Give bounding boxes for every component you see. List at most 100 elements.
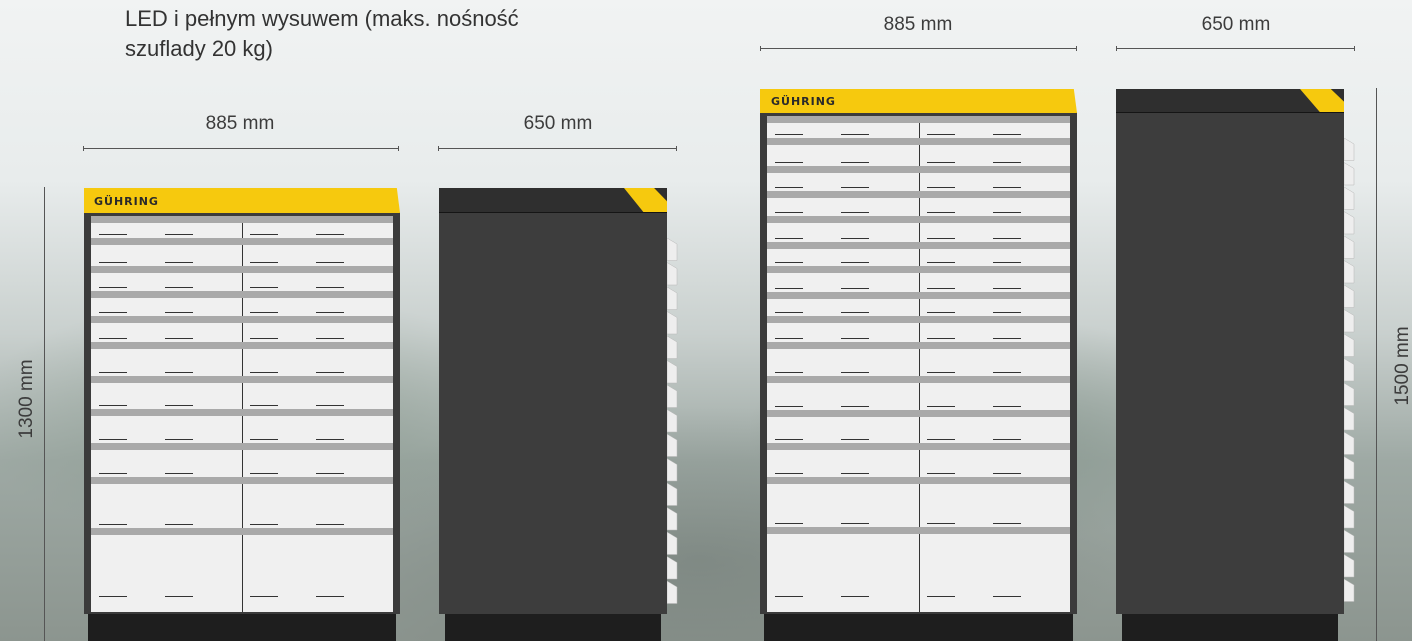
drawer-handle — [316, 473, 344, 474]
drawer-handle — [250, 262, 278, 263]
description-line-2: szuflady 20 kg) — [125, 36, 273, 61]
side-drawer-edge — [667, 482, 678, 506]
side-drawer-edge — [1344, 284, 1355, 308]
drawer-handle — [165, 405, 193, 406]
large-cabinet-front — [760, 112, 1077, 614]
small-side-drawer-edges — [667, 238, 678, 604]
side-drawer-edge — [1344, 431, 1355, 455]
drawer-separator — [767, 376, 1070, 383]
drawer-handle — [841, 312, 869, 313]
drawer-handle — [775, 596, 803, 597]
drawer-separator — [91, 443, 393, 450]
large-brand-logo: GÜHRING — [771, 95, 836, 108]
drawer-handle — [250, 372, 278, 373]
drawer-handle — [993, 162, 1021, 163]
drawer-handle — [993, 288, 1021, 289]
side-drawer-edge — [667, 531, 678, 555]
drawer-handle — [250, 312, 278, 313]
drawer-separator — [91, 266, 393, 273]
drawer-handle — [316, 439, 344, 440]
drawer-separator — [767, 410, 1070, 417]
drawer-handle — [99, 234, 127, 235]
drawer-handle — [993, 372, 1021, 373]
side-drawer-edge — [1344, 529, 1355, 553]
drawer-handle — [993, 238, 1021, 239]
drawer-handle — [99, 372, 127, 373]
drawer-handle — [250, 439, 278, 440]
side-drawer-edge — [667, 384, 678, 408]
drawer-handle — [250, 524, 278, 525]
drawer-separator — [91, 316, 393, 323]
drawer-handle — [993, 596, 1021, 597]
drawer-separator — [767, 138, 1070, 145]
drawer-handle — [927, 473, 955, 474]
drawer-handle — [316, 338, 344, 339]
side-drawer-edge — [1344, 456, 1355, 480]
drawer-separator — [91, 216, 393, 223]
drawer-handle — [775, 238, 803, 239]
drawer-handle — [165, 234, 193, 235]
drawer-handle — [841, 372, 869, 373]
drawer-handle — [775, 288, 803, 289]
drawer-handle — [250, 234, 278, 235]
drawer-separator — [91, 376, 393, 383]
small-cabinet-plinth — [88, 614, 396, 641]
side-drawer-edge — [1344, 480, 1355, 504]
drawer-separator — [91, 528, 393, 535]
drawer-handle — [775, 262, 803, 263]
drawer-separator — [767, 527, 1070, 534]
drawer-handle — [99, 338, 127, 339]
drawer-handle — [775, 473, 803, 474]
small-side-plinth — [445, 614, 661, 641]
drawer-handle — [316, 312, 344, 313]
small-cabinet-side — [439, 188, 667, 614]
small-depth-line — [438, 146, 677, 151]
large-side-drawer-edges — [1344, 138, 1355, 602]
drawer-handle — [99, 473, 127, 474]
side-drawer-edge — [667, 311, 678, 335]
drawer-handle — [993, 262, 1021, 263]
drawer-handle — [841, 439, 869, 440]
drawer-handle — [99, 439, 127, 440]
drawer-handle — [927, 312, 955, 313]
drawer-separator — [767, 116, 1070, 123]
side-drawer-edge — [667, 433, 678, 457]
drawer-handle — [250, 338, 278, 339]
drawer-separator — [767, 316, 1070, 323]
side-drawer-edge — [1344, 358, 1355, 382]
drawer-handle — [927, 372, 955, 373]
small-height-line — [44, 187, 45, 641]
drawer-handle — [165, 287, 193, 288]
drawer-handle — [775, 372, 803, 373]
side-drawer-edge — [1344, 186, 1355, 210]
large-drawer-panel — [767, 112, 1070, 612]
drawer-handle — [165, 312, 193, 313]
drawer-handle — [316, 596, 344, 597]
drawer-handle — [993, 406, 1021, 407]
drawer-separator — [767, 342, 1070, 349]
large-depth-label: 650 mm — [1201, 14, 1271, 35]
drawer-handle — [841, 288, 869, 289]
drawer-separator — [767, 166, 1070, 173]
drawer-handle — [993, 439, 1021, 440]
small-cabinet-front — [84, 212, 400, 614]
small-brand-logo: GÜHRING — [94, 195, 159, 208]
drawer-handle — [841, 134, 869, 135]
drawer-handle — [250, 405, 278, 406]
side-drawer-edge — [1344, 333, 1355, 357]
drawer-separator — [767, 266, 1070, 273]
side-drawer-edge — [667, 556, 678, 580]
drawer-handle — [841, 596, 869, 597]
drawer-handle — [99, 287, 127, 288]
side-drawer-edge — [1344, 309, 1355, 333]
drawer-handle — [841, 523, 869, 524]
drawer-handle — [993, 338, 1021, 339]
drawer-handle — [165, 338, 193, 339]
drawer-handle — [927, 596, 955, 597]
side-drawer-edge — [667, 335, 678, 359]
drawer-handle — [99, 405, 127, 406]
drawer-handle — [841, 187, 869, 188]
side-drawer-edge — [1344, 138, 1355, 161]
side-drawer-edge — [667, 360, 678, 384]
drawer-handle — [316, 524, 344, 525]
